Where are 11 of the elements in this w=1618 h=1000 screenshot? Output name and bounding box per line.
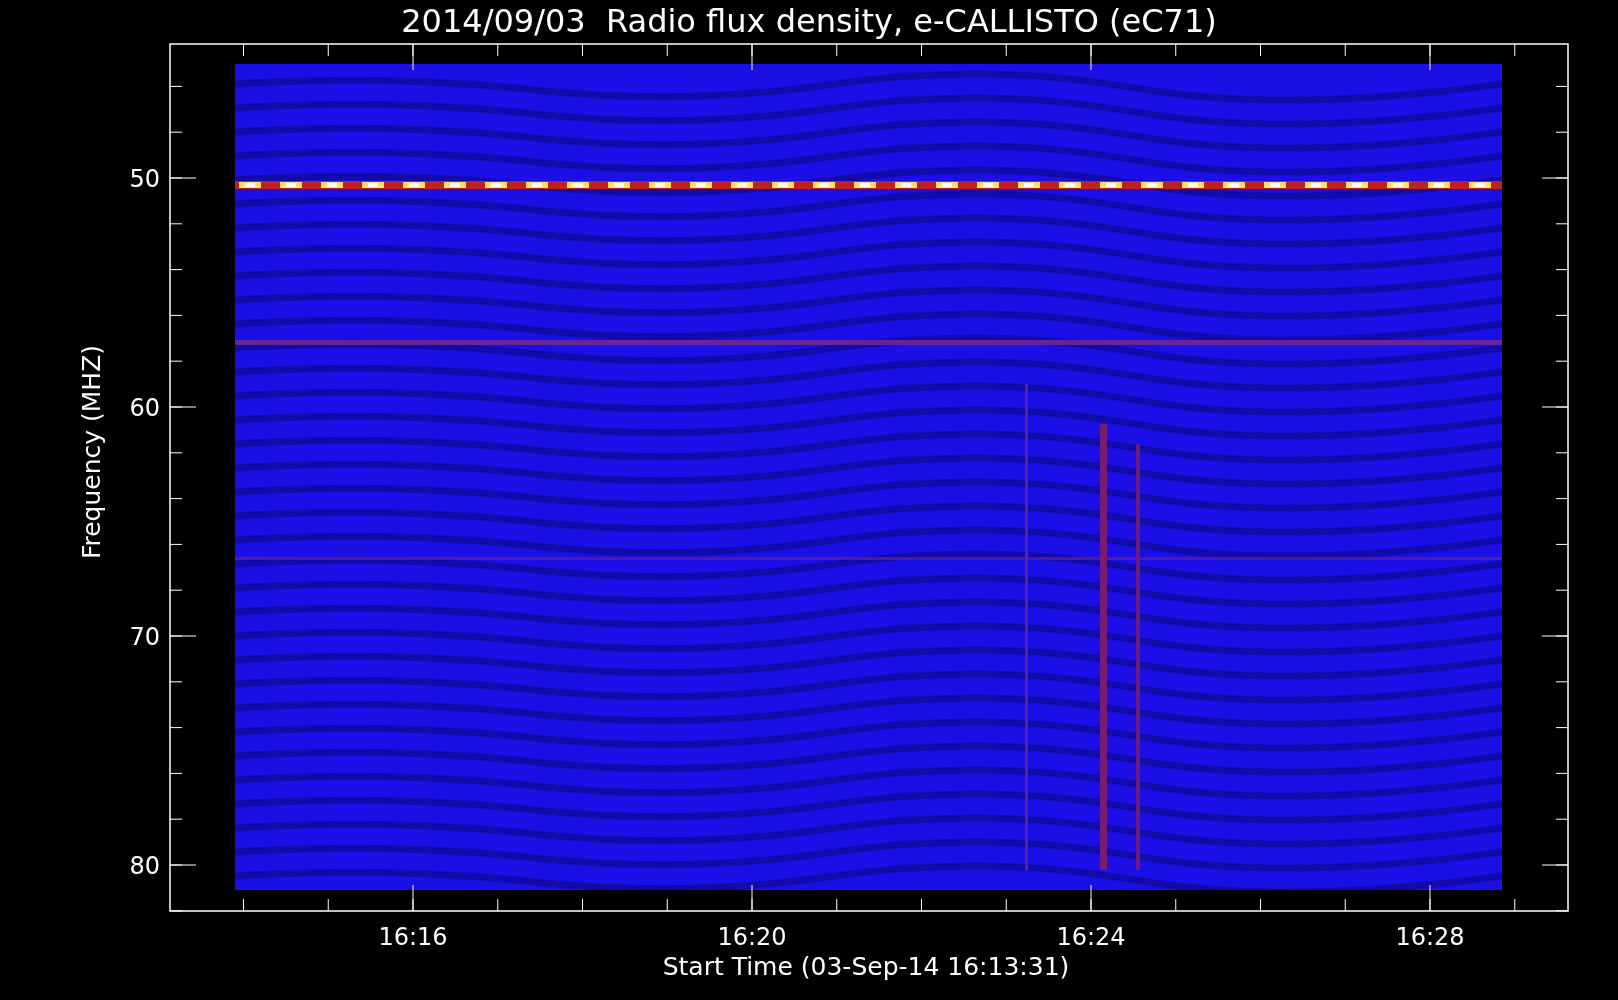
chart-title: 2014/09/03 Radio flux density, e-CALLISTO (eC71) [401,2,1217,40]
y-tick-label: 80 [129,852,160,880]
x-axis-label: Start Time (03-Sep-14 16:13:31) [662,952,1070,981]
y-tick-label: 60 [129,394,160,422]
y-tick-label: 50 [129,165,160,193]
x-tick-label: 16:28 [1395,923,1465,951]
x-tick-label: 16:24 [1056,923,1126,951]
x-tick-label: 16:16 [378,923,448,951]
x-tick-label: 16:20 [717,923,787,951]
y-tick-label: 70 [129,623,160,651]
y-axis-label: Frequency (MHZ) [77,344,106,560]
